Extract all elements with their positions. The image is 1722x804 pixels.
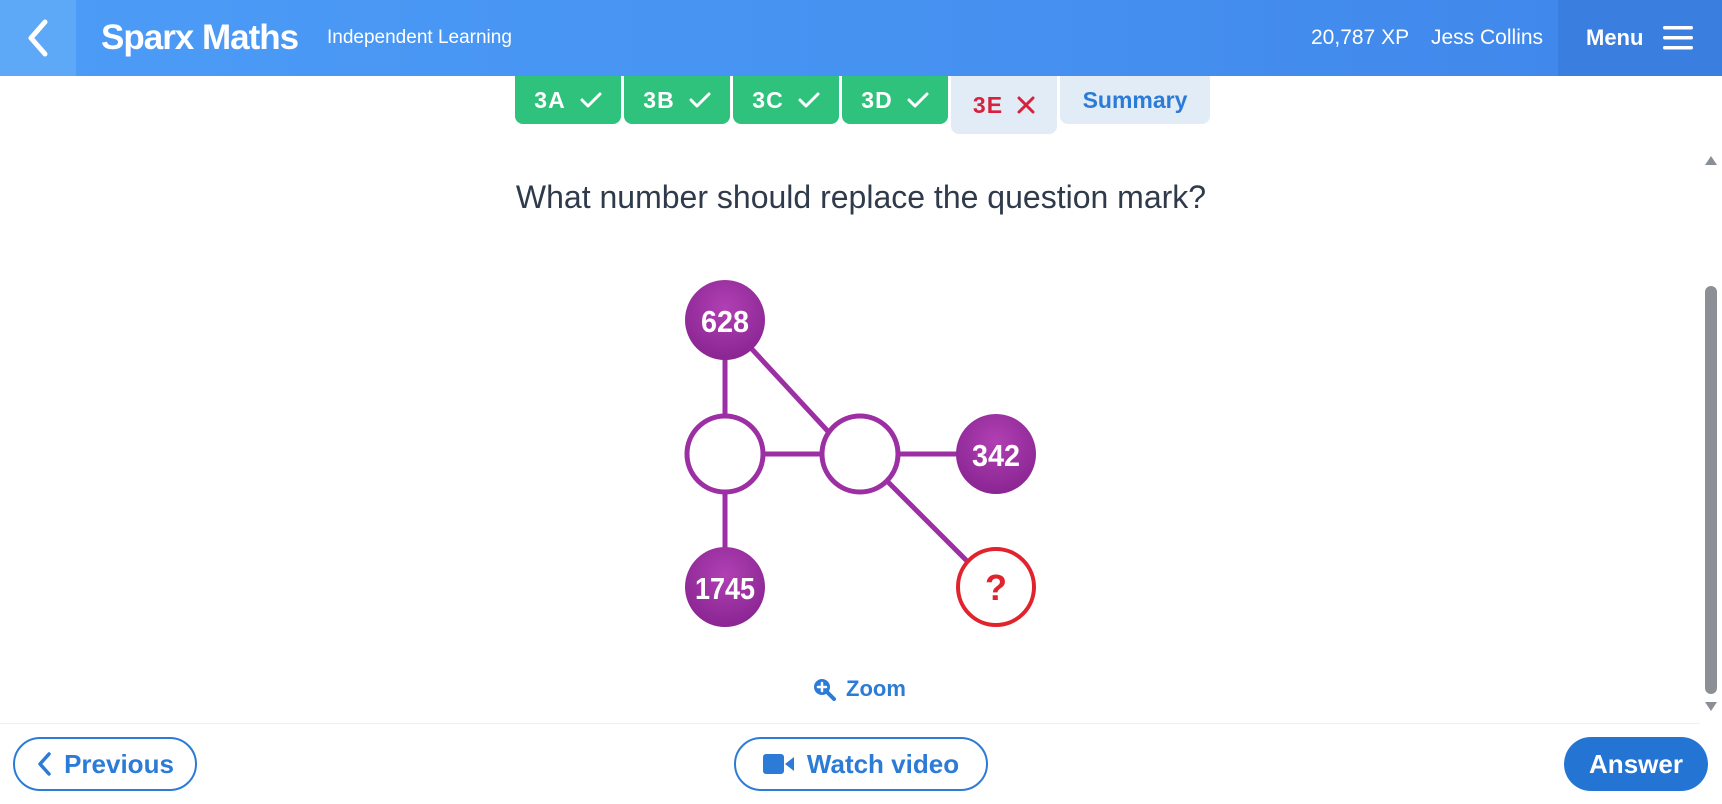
tab-label: 3D — [861, 86, 893, 113]
user-name[interactable]: Jess Collins — [1431, 26, 1543, 50]
scroll-up-arrow-icon[interactable] — [1705, 156, 1717, 165]
tab-3d[interactable]: 3D — [842, 76, 948, 124]
node-empty-middle — [819, 413, 901, 495]
tab-label: 3A — [534, 86, 566, 113]
scroll-down-arrow-icon[interactable] — [1705, 702, 1717, 711]
check-icon — [689, 92, 711, 108]
tab-label: 3C — [752, 86, 784, 113]
chevron-left-icon — [38, 752, 51, 776]
footer-divider — [0, 723, 1700, 724]
check-icon — [798, 92, 820, 108]
zoom-label: Zoom — [846, 676, 906, 701]
node-top: 628 — [685, 280, 765, 360]
node-right-value: 342 — [972, 438, 1020, 473]
tab-label: 3B — [643, 86, 675, 113]
xp-counter: 20,787 XP — [1311, 26, 1410, 49]
watch-video-label: Watch video — [806, 748, 960, 779]
node-bottom-value: 1745 — [695, 571, 755, 606]
tab-3b[interactable]: 3B — [624, 76, 730, 124]
tab-label: 3E — [972, 91, 1004, 118]
node-unknown-value: ? — [985, 567, 1007, 608]
node-top-value: 628 — [701, 304, 749, 339]
cross-icon — [1017, 96, 1035, 114]
mode-label: Independent Learning — [327, 27, 512, 48]
zoom-button[interactable]: Zoom — [812, 676, 906, 702]
question-text: What number should replace the question … — [515, 179, 1207, 215]
node-unknown: ? — [956, 547, 1036, 627]
tab-3c[interactable]: 3C — [733, 76, 839, 124]
tab-3e[interactable]: 3E — [951, 76, 1057, 134]
tab-label: Summary — [1082, 86, 1188, 113]
top-bar: Sparx Maths Independent Learning 20,787 … — [0, 0, 1722, 76]
node-bottom: 1745 — [685, 547, 765, 627]
check-icon — [907, 92, 929, 108]
node-right: 342 — [956, 414, 1036, 494]
menu-label: Menu — [1586, 25, 1644, 50]
hamburger-icon — [1663, 26, 1694, 50]
node-empty-left — [684, 413, 766, 495]
previous-label: Previous — [64, 748, 174, 779]
tab-summary[interactable]: Summary — [1060, 76, 1210, 124]
answer-label: Answer — [1589, 748, 1683, 779]
menu-button[interactable]: Menu — [1558, 0, 1722, 76]
zoom-in-icon — [814, 679, 836, 701]
brand-logo[interactable]: Sparx Maths — [101, 18, 299, 58]
chevron-left-icon — [28, 19, 48, 57]
watch-video-button[interactable]: Watch video — [734, 737, 988, 791]
vertical-scrollbar[interactable] — [1700, 148, 1722, 716]
back-button[interactable] — [0, 0, 76, 76]
scrollbar-thumb[interactable] — [1705, 286, 1717, 694]
video-camera-icon — [762, 754, 794, 774]
previous-button[interactable]: Previous — [13, 737, 197, 791]
task-tabs: 3A 3B 3C 3D 3E Summary — [515, 76, 1210, 134]
check-icon — [580, 92, 602, 108]
number-diagram: 628 342 1745 ? — [684, 280, 1036, 627]
answer-button[interactable]: Answer — [1564, 737, 1708, 791]
tab-3a[interactable]: 3A — [515, 76, 621, 124]
